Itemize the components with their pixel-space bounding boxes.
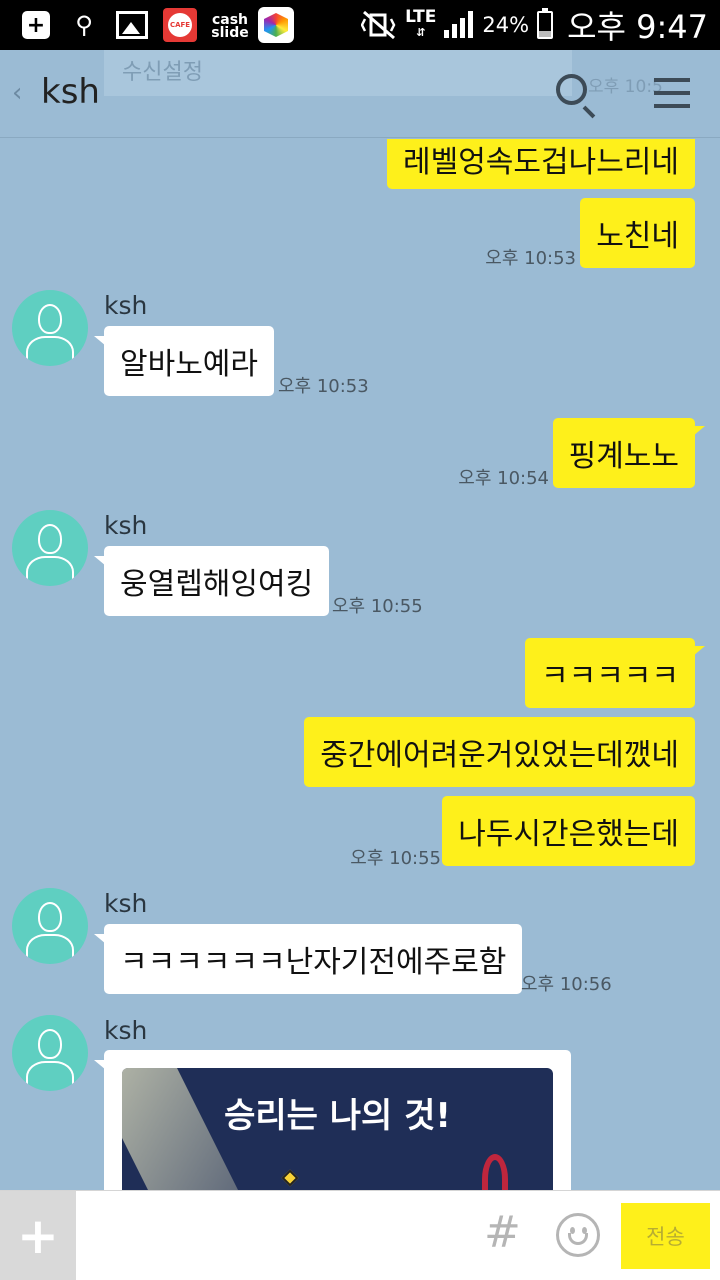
their-message-bubble[interactable]: 웅열렙해잉여킹 [93, 546, 330, 616]
sender-name: ksh [104, 889, 148, 918]
message-input[interactable] [84, 1205, 464, 1265]
their-message-bubble[interactable]: ㅋㅋㅋㅋㅋㅋ난자기전에주로함 [93, 924, 523, 994]
chat-area[interactable]: 레벨엉속도겁나느리네 노친네 오후 10:53 ksh 알바노예라 오후 10:… [0, 139, 720, 1190]
message-time: 오후 10:56 [521, 974, 612, 995]
hexagon-app-icon [258, 7, 294, 43]
sender-name: ksh [104, 511, 148, 540]
sender-name: ksh [104, 1016, 148, 1045]
my-message-bubble[interactable]: 레벨엉속도겁나느리네 [387, 139, 695, 189]
avatar[interactable] [12, 510, 88, 586]
message-time: 오후 10:55 [350, 848, 441, 869]
signal-icon [444, 10, 474, 40]
battery-percent: 24% [482, 13, 530, 37]
notification-banner-ghost: 수신설정 [104, 50, 572, 96]
my-message-bubble[interactable]: 핑계노노 [552, 418, 706, 488]
message-time: 오후 10:55 [332, 596, 423, 617]
vibrate-mute-icon [361, 10, 396, 40]
message-time: 오후 10:54 [458, 468, 549, 489]
notification-plus-icon: + [22, 11, 50, 39]
input-bar: + # 전송 [0, 1190, 720, 1280]
lte-indicator: LTE ⇵ [405, 7, 437, 40]
my-message-bubble[interactable]: 노친네 [580, 198, 695, 268]
worm-character [482, 1154, 508, 1190]
search-icon[interactable] [556, 74, 596, 119]
sticker-message[interactable]: 승리는 나의 것! [94, 1050, 571, 1190]
avatar[interactable] [12, 1015, 88, 1091]
sticker-image[interactable]: 승리는 나의 것! [122, 1068, 553, 1190]
my-message-bubble[interactable]: ㅋㅋㅋㅋㅋ [525, 638, 705, 708]
my-message-bubble[interactable]: 나두시간은했는데 [442, 796, 695, 866]
cafe-app-icon: CAFE [163, 8, 197, 42]
chat-header: 수신설정 오후 10:5 ‹ ksh [0, 50, 720, 138]
image-icon [116, 11, 148, 39]
emoticon-icon[interactable] [556, 1213, 600, 1257]
my-message-bubble[interactable]: 중간에어려운거있었는데깼네 [304, 717, 695, 787]
back-icon[interactable]: ‹ [12, 78, 22, 108]
send-button[interactable]: 전송 [621, 1203, 710, 1269]
attach-plus-button[interactable]: + [0, 1191, 76, 1280]
usb-icon: ⚲ [75, 11, 93, 39]
status-bar: + ⚲ CAFE cash slide LTE ⇵ 24% 오후 9:47 [0, 0, 720, 50]
menu-icon[interactable] [654, 78, 690, 108]
hash-icon[interactable]: # [484, 1207, 521, 1258]
battery-icon [537, 8, 554, 39]
message-time: 오후 10:53 [278, 376, 369, 397]
chat-title[interactable]: ksh [41, 72, 100, 112]
their-message-bubble[interactable]: 알바노예라 [94, 326, 274, 396]
sender-name: ksh [104, 291, 148, 320]
banner-time-ghost: 오후 10:5 [588, 77, 663, 97]
avatar[interactable] [12, 290, 88, 366]
avatar[interactable] [12, 888, 88, 964]
clock: 오후 9:47 [567, 8, 708, 46]
cashslide-icon: cash slide [211, 12, 249, 41]
sticker-caption: 승리는 나의 것! [224, 1096, 451, 1136]
sparkle-icon [281, 1169, 299, 1187]
message-time: 오후 10:53 [485, 248, 576, 269]
